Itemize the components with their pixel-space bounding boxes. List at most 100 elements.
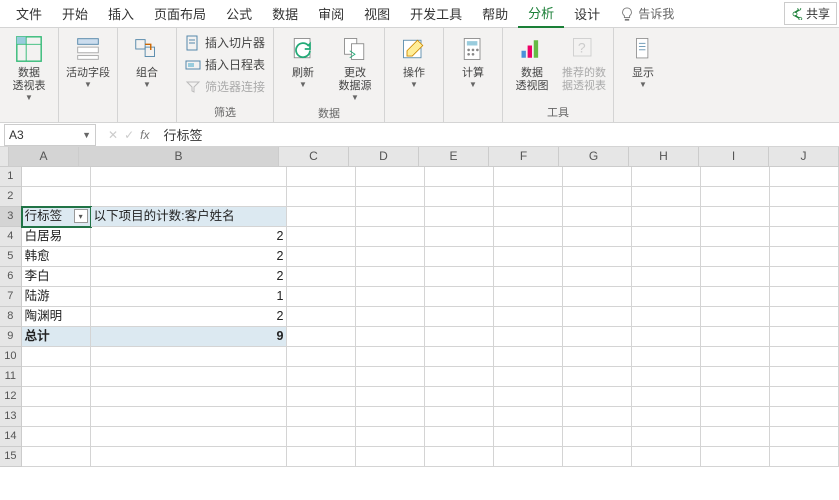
cell[interactable]: [770, 327, 839, 347]
column-header-D[interactable]: D: [349, 147, 419, 167]
column-header-F[interactable]: F: [489, 147, 559, 167]
filter-connections-button[interactable]: 筛选器连接: [181, 76, 269, 97]
tab-view[interactable]: 视图: [354, 0, 400, 27]
cell[interactable]: [356, 227, 425, 247]
column-header-B[interactable]: B: [79, 147, 279, 167]
cell[interactable]: [287, 227, 356, 247]
cell[interactable]: [91, 427, 288, 447]
cell[interactable]: [632, 307, 701, 327]
cell[interactable]: [22, 347, 91, 367]
group-button[interactable]: 组合 ▼: [122, 30, 172, 91]
name-box[interactable]: A3 ▼: [4, 124, 96, 146]
cell[interactable]: [632, 247, 701, 267]
cell[interactable]: [632, 227, 701, 247]
row-header[interactable]: 8: [0, 307, 22, 327]
cell[interactable]: [494, 187, 563, 207]
cell[interactable]: [770, 227, 839, 247]
tab-data[interactable]: 数据: [262, 0, 308, 27]
cell[interactable]: [425, 427, 494, 447]
cell[interactable]: [770, 167, 839, 187]
cell[interactable]: [563, 427, 632, 447]
cell[interactable]: [563, 307, 632, 327]
tab-design[interactable]: 设计: [564, 0, 610, 27]
cell[interactable]: [632, 367, 701, 387]
tab-review[interactable]: 审阅: [308, 0, 354, 27]
cell[interactable]: [494, 447, 563, 467]
cell[interactable]: [770, 247, 839, 267]
cell[interactable]: [563, 367, 632, 387]
cell[interactable]: [287, 287, 356, 307]
cell[interactable]: [632, 287, 701, 307]
confirm-icon[interactable]: ✓: [124, 128, 134, 142]
cell[interactable]: [494, 267, 563, 287]
cell[interactable]: [425, 267, 494, 287]
cell[interactable]: [22, 407, 91, 427]
fx-icon[interactable]: fx: [140, 128, 149, 142]
tab-analyze[interactable]: 分析: [518, 0, 564, 28]
cell[interactable]: [701, 227, 770, 247]
column-header-H[interactable]: H: [629, 147, 699, 167]
pivot-total-value[interactable]: 9: [91, 327, 288, 347]
cell[interactable]: [770, 407, 839, 427]
cell[interactable]: [701, 427, 770, 447]
cell[interactable]: [770, 427, 839, 447]
cell[interactable]: [494, 427, 563, 447]
cell[interactable]: [563, 267, 632, 287]
cell[interactable]: [770, 287, 839, 307]
cell[interactable]: [701, 267, 770, 287]
cell[interactable]: [287, 327, 356, 347]
pivot-row-label-header[interactable]: 行标签▾: [22, 207, 91, 227]
tab-formulas[interactable]: 公式: [216, 0, 262, 27]
cell[interactable]: [425, 307, 494, 327]
cell[interactable]: [563, 387, 632, 407]
cell[interactable]: [563, 407, 632, 427]
tab-insert[interactable]: 插入: [98, 0, 144, 27]
cell[interactable]: [425, 167, 494, 187]
cell[interactable]: [701, 207, 770, 227]
row-header[interactable]: 2: [0, 187, 22, 207]
cell[interactable]: [425, 287, 494, 307]
cell[interactable]: [494, 327, 563, 347]
actions-button[interactable]: 操作 ▼: [389, 30, 439, 91]
pivottable-button[interactable]: 数据 透视表 ▼: [4, 30, 54, 104]
select-all-corner[interactable]: [0, 147, 9, 167]
insert-timeline-button[interactable]: 插入日程表: [181, 54, 269, 75]
cell[interactable]: [494, 347, 563, 367]
cell[interactable]: [356, 207, 425, 227]
pivot-row-label[interactable]: 陶渊明: [22, 307, 91, 327]
cell[interactable]: [22, 367, 91, 387]
pivot-row-value[interactable]: 2: [91, 227, 288, 247]
row-header[interactable]: 1: [0, 167, 22, 187]
show-button[interactable]: 显示 ▼: [618, 30, 668, 91]
cell[interactable]: [425, 347, 494, 367]
cell[interactable]: [287, 267, 356, 287]
cell[interactable]: [632, 187, 701, 207]
tell-me-search[interactable]: 告诉我: [620, 5, 674, 22]
cell[interactable]: [770, 267, 839, 287]
cell[interactable]: [494, 207, 563, 227]
cell[interactable]: [91, 387, 288, 407]
cell[interactable]: [425, 367, 494, 387]
cell[interactable]: [632, 207, 701, 227]
cell[interactable]: [287, 347, 356, 367]
tab-pagelayout[interactable]: 页面布局: [144, 0, 216, 27]
cell[interactable]: [287, 447, 356, 467]
cell[interactable]: [425, 447, 494, 467]
cell[interactable]: [770, 387, 839, 407]
cell[interactable]: [91, 367, 288, 387]
cell[interactable]: [770, 367, 839, 387]
cell[interactable]: [701, 387, 770, 407]
cell[interactable]: [287, 187, 356, 207]
cell[interactable]: [770, 207, 839, 227]
cell[interactable]: [494, 367, 563, 387]
cell[interactable]: [563, 287, 632, 307]
cell[interactable]: [356, 327, 425, 347]
row-header[interactable]: 15: [0, 447, 22, 467]
cell[interactable]: [22, 167, 91, 187]
cell[interactable]: [701, 407, 770, 427]
cell[interactable]: [632, 167, 701, 187]
cell[interactable]: [494, 227, 563, 247]
column-header-J[interactable]: J: [769, 147, 839, 167]
column-header-I[interactable]: I: [699, 147, 769, 167]
cell[interactable]: [22, 447, 91, 467]
